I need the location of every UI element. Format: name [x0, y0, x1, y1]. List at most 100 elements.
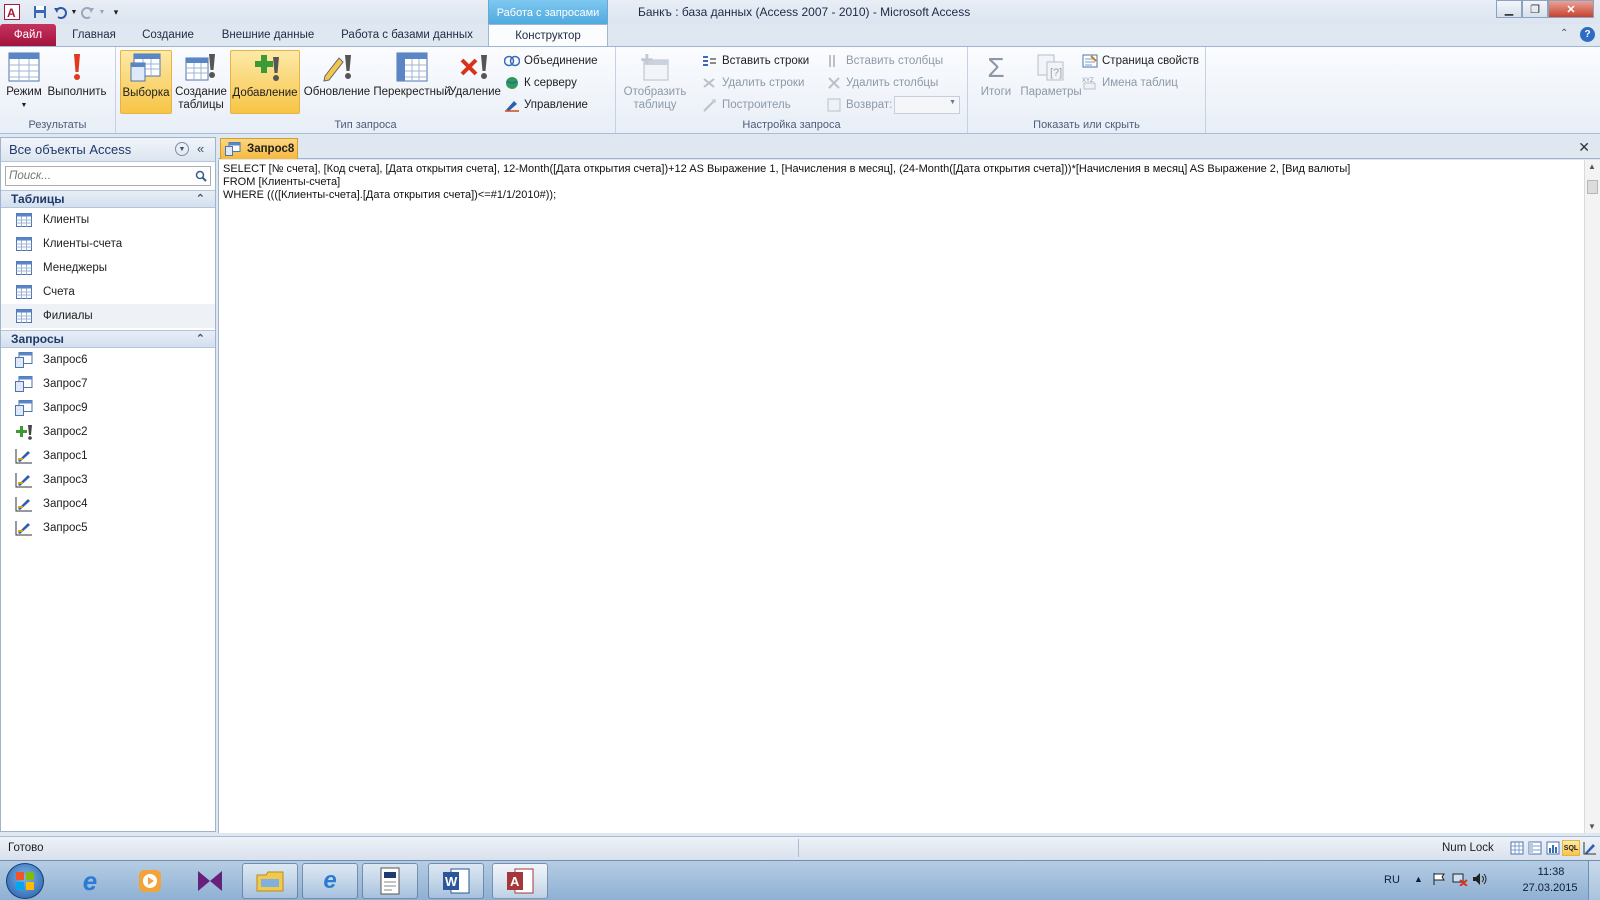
- show-table-button[interactable]: Отобразить таблицу: [622, 50, 688, 114]
- nav-table-item[interactable]: Клиенты: [1, 208, 215, 232]
- insert-columns-button[interactable]: Вставить столбцы: [826, 51, 943, 71]
- make-table-button[interactable]: Создание таблицы: [174, 50, 228, 114]
- close-document-icon[interactable]: ✕: [1578, 139, 1590, 156]
- parameters-button[interactable]: [?] Параметры: [1018, 50, 1084, 114]
- scrollbar-thumb[interactable]: [1587, 180, 1598, 194]
- sql-editor[interactable]: SELECT [№ счета], [Код счета], [Дата отк…: [218, 160, 1584, 833]
- show-hidden-icons-icon[interactable]: ▲: [1414, 874, 1423, 884]
- crosstab-query-button[interactable]: Перекрестный: [372, 50, 452, 114]
- data-definition-button[interactable]: Управление: [504, 95, 588, 115]
- update-query-button[interactable]: Обновление: [302, 50, 372, 114]
- access-app-icon[interactable]: A: [2, 2, 22, 22]
- sql-view-badge[interactable]: SQL: [1562, 840, 1580, 856]
- taskbar-word[interactable]: W: [428, 863, 484, 899]
- union-query-button[interactable]: Объединение: [504, 51, 598, 71]
- select-query-label: Выборка: [122, 87, 170, 99]
- redo-icon[interactable]: [78, 2, 98, 22]
- nav-table-item[interactable]: Клиенты-счета: [1, 232, 215, 256]
- nav-query-item[interactable]: Запрос3: [1, 468, 215, 492]
- collapse-chevron-icon[interactable]: ⌃: [196, 332, 205, 345]
- table-icon: [15, 212, 33, 228]
- nav-table-item[interactable]: Счета: [1, 280, 215, 304]
- network-icon[interactable]: [1452, 872, 1468, 889]
- table-names-button[interactable]: XYZ Имена таблиц: [1082, 73, 1178, 93]
- delete-columns-button[interactable]: Удалить столбцы: [826, 73, 938, 93]
- passthrough-query-button[interactable]: К серверу: [504, 73, 577, 93]
- vertical-scrollbar[interactable]: ▲ ▼: [1584, 160, 1600, 833]
- taskbar-ie-window[interactable]: e: [302, 863, 358, 899]
- design-view-icon[interactable]: [1583, 841, 1597, 858]
- tab-database-tools[interactable]: Работа с базами данных: [334, 24, 480, 46]
- datasheet-view-icon[interactable]: [1510, 841, 1524, 858]
- sql-line: FROM [Клиенты-счета]: [223, 176, 341, 188]
- windows-taskbar: e e W A RU ▲ 11:38 27.03.2015: [0, 860, 1600, 900]
- tab-home[interactable]: Главная: [62, 24, 126, 46]
- select-query-button[interactable]: Выборка: [120, 50, 172, 114]
- scroll-up-icon[interactable]: ▲: [1588, 162, 1596, 171]
- restore-icon[interactable]: ❐: [1522, 0, 1548, 18]
- builder-button[interactable]: Построитель: [702, 95, 791, 115]
- customize-qat-icon[interactable]: ▾: [106, 2, 126, 22]
- nav-collapse-icon[interactable]: «: [197, 141, 204, 156]
- undo-icon[interactable]: [50, 2, 70, 22]
- numlock-indicator: Num Lock: [1442, 842, 1494, 854]
- nav-table-item[interactable]: Менеджеры: [1, 256, 215, 280]
- nav-query-item[interactable]: Запрос4: [1, 492, 215, 516]
- delete-rows-button[interactable]: Удалить строки: [702, 73, 804, 93]
- nav-query-item[interactable]: Запрос9: [1, 396, 215, 420]
- action-center-flag-icon[interactable]: [1432, 872, 1446, 889]
- builder-label: Построитель: [722, 99, 791, 111]
- append-query-button[interactable]: Добавление: [230, 50, 300, 114]
- undo-dropdown-icon[interactable]: ▼: [70, 2, 78, 22]
- taskbar-media-player[interactable]: [122, 863, 178, 899]
- return-combo[interactable]: ▼: [894, 96, 960, 114]
- nav-query-item[interactable]: Запрос6: [1, 348, 215, 372]
- language-indicator[interactable]: RU: [1384, 874, 1400, 886]
- totals-button[interactable]: Σ Итоги: [974, 50, 1018, 114]
- nav-query-item[interactable]: Запрос1: [1, 444, 215, 468]
- nav-section-queries[interactable]: Запросы ⌃: [1, 330, 215, 348]
- insert-rows-button[interactable]: Вставить строки: [702, 51, 809, 71]
- close-window-icon[interactable]: ✕: [1548, 0, 1594, 18]
- tab-create[interactable]: Создание: [132, 24, 204, 46]
- document-tab[interactable]: Запрос8: [220, 138, 298, 159]
- taskbar-ie[interactable]: e: [62, 863, 118, 899]
- nav-search-input[interactable]: [6, 167, 192, 185]
- volume-icon[interactable]: [1472, 872, 1488, 889]
- delete-query-icon: [458, 50, 492, 84]
- nav-query-item[interactable]: Запрос2: [1, 420, 215, 444]
- nav-query-name: Запрос2: [43, 426, 88, 438]
- nav-menu-dropdown-icon[interactable]: ▼: [175, 142, 189, 156]
- delete-query-button[interactable]: Удаление: [448, 50, 502, 114]
- minimize-ribbon-icon[interactable]: ⌃: [1560, 28, 1568, 39]
- taskbar-explorer[interactable]: [242, 863, 298, 899]
- property-sheet-button[interactable]: Страница свойств: [1082, 51, 1199, 71]
- view-mode-button[interactable]: Режим ▼: [4, 50, 44, 114]
- taskbar-file-document[interactable]: [362, 863, 418, 899]
- taskbar-visual-studio[interactable]: [182, 863, 238, 899]
- save-icon[interactable]: [30, 2, 50, 22]
- search-icon[interactable]: [192, 170, 210, 182]
- collapse-chevron-icon[interactable]: ⌃: [196, 192, 205, 205]
- nav-section-tables[interactable]: Таблицы ⌃: [1, 190, 215, 208]
- nav-query-item[interactable]: Запрос7: [1, 372, 215, 396]
- start-button[interactable]: [6, 863, 44, 899]
- redo-dropdown-icon[interactable]: ▼: [98, 2, 106, 22]
- tab-external-data[interactable]: Внешние данные: [212, 24, 324, 46]
- pivot-table-icon[interactable]: [1528, 841, 1542, 858]
- select-query-icon: [15, 352, 33, 368]
- nav-table-item[interactable]: Филиалы: [1, 304, 215, 328]
- nav-query-item[interactable]: Запрос5: [1, 516, 215, 540]
- clock-time[interactable]: 11:38: [1524, 866, 1578, 878]
- scroll-down-icon[interactable]: ▼: [1588, 822, 1596, 831]
- tab-design[interactable]: Конструктор: [488, 24, 608, 46]
- show-desktop-button[interactable]: [1588, 861, 1600, 900]
- pivot-chart-icon[interactable]: [1546, 841, 1560, 858]
- tab-file[interactable]: Файл: [0, 24, 56, 46]
- help-icon[interactable]: ?: [1580, 27, 1595, 42]
- minimize-icon[interactable]: ▁: [1496, 0, 1522, 18]
- run-button[interactable]: Выполнить: [46, 50, 108, 114]
- taskbar-access[interactable]: A: [492, 863, 548, 899]
- nav-header[interactable]: Все объекты Access ▼ «: [1, 138, 215, 162]
- clock-date[interactable]: 27.03.2015: [1518, 882, 1582, 894]
